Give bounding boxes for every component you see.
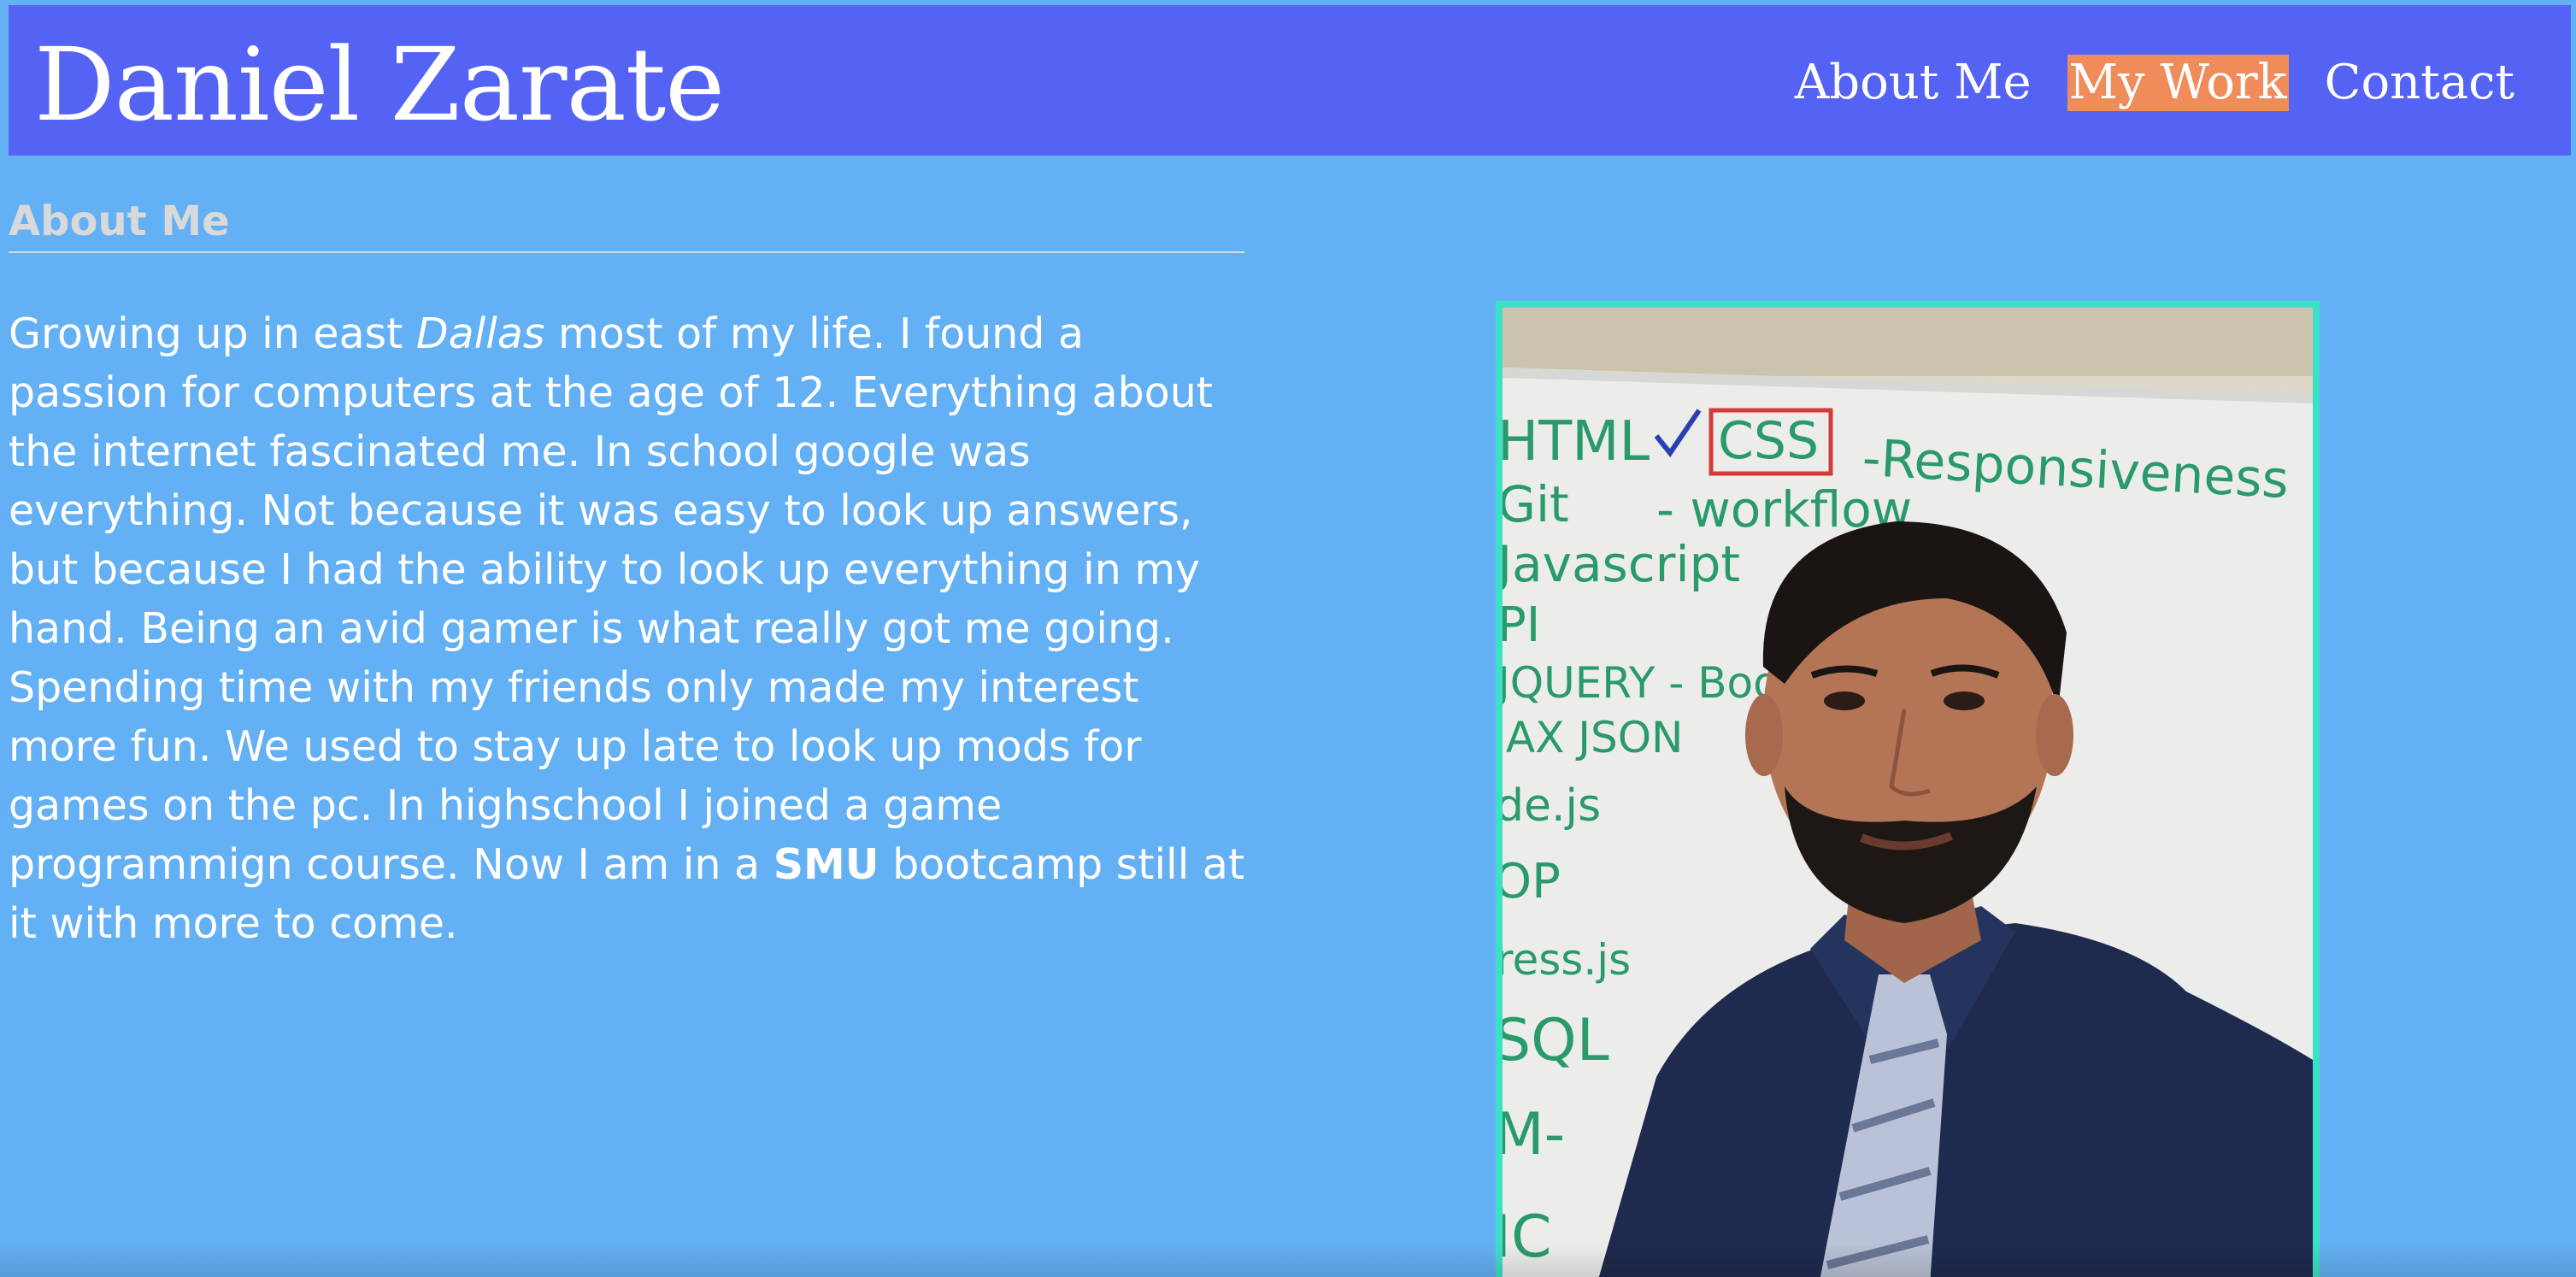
page: Daniel Zarate About Me My Work Contact A… xyxy=(0,0,2576,1277)
about-paragraph-2: Spending time with my friends only made … xyxy=(9,658,1256,953)
note-jquery: JQUERY - Boot xyxy=(1503,658,1796,708)
left-ear xyxy=(1745,694,1783,776)
right-ear xyxy=(2036,694,2073,776)
about-paragraph-1: Growing up in east Dallas most of my lif… xyxy=(9,304,1256,658)
wall xyxy=(1503,308,2313,376)
about-paragraph-1-city: Dallas xyxy=(415,309,545,358)
note-pi: PI xyxy=(1503,597,1540,653)
about-paragraph-1-end: most of my life. I found a passion for c… xyxy=(9,309,1213,653)
nav-link-about-me[interactable]: About Me xyxy=(1793,55,2033,111)
profile-photo-illustration: HTML CSS -Responsiveness Git - workflow … xyxy=(1503,308,2313,1277)
site-header: Daniel Zarate About Me My Work Contact xyxy=(9,5,2571,161)
main-nav: About Me My Work Contact xyxy=(1793,55,2516,111)
about-paragraph-1-start: Growing up in east xyxy=(9,309,416,358)
about-me-text: Growing up in east Dallas most of my lif… xyxy=(9,304,1256,953)
right-eye xyxy=(1944,691,1985,710)
note-git: Git xyxy=(1503,475,1569,533)
site-title: Daniel Zarate xyxy=(34,26,725,144)
bottom-shadow xyxy=(0,1243,2576,1277)
note-expressjs: ress.js xyxy=(1503,935,1631,985)
note-css: CSS xyxy=(1718,411,1819,471)
note-nodejs: de.js xyxy=(1503,780,1601,832)
about-me-heading: About Me xyxy=(9,195,1244,253)
nav-link-contact[interactable]: Contact xyxy=(2323,55,2516,111)
note-ajax-json: JAX JSON xyxy=(1503,713,1683,762)
note-sql: SQL xyxy=(1503,1007,1609,1074)
nav-link-my-work[interactable]: My Work xyxy=(2067,55,2289,111)
note-oop: OP xyxy=(1503,854,1561,909)
note-javascript: Javascript xyxy=(1503,535,1740,593)
note-m: M- xyxy=(1503,1101,1565,1168)
note-html: HTML xyxy=(1503,410,1650,474)
about-paragraph-2-school: SMU xyxy=(773,840,879,889)
left-eye xyxy=(1824,691,1865,710)
profile-photo: HTML CSS -Responsiveness Git - workflow … xyxy=(1496,301,2320,1277)
